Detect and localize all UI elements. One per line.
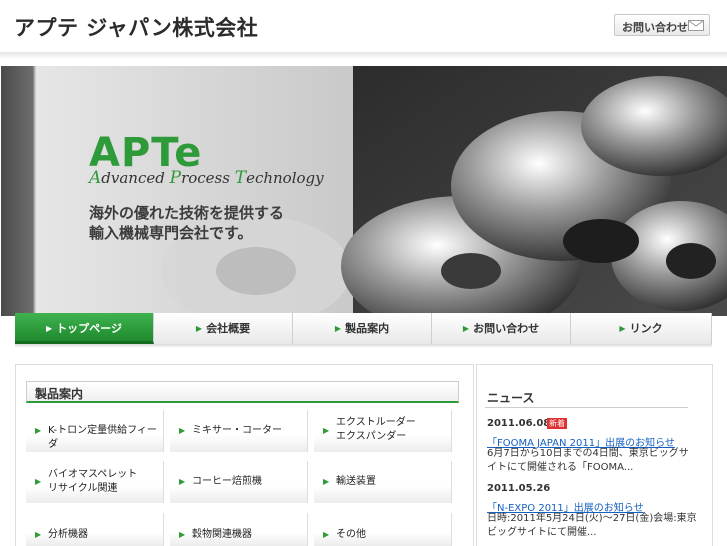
- news-heading: ニュース: [487, 391, 535, 405]
- arrow-icon: ▶: [35, 426, 42, 435]
- product-item-mixer-coater[interactable]: ▶ ミキサー・コーター: [170, 410, 308, 452]
- product-item-conveyor[interactable]: ▶ 輸送装置: [314, 461, 452, 503]
- arrow-icon: ▶: [462, 324, 470, 333]
- hero-copy-line1: 海外の優れた技術を提供する: [89, 204, 285, 222]
- product-item-extruder[interactable]: ▶ エクストルーダー エクスパンダー: [314, 410, 452, 452]
- product-item-k-tron-feeder[interactable]: ▶ K-トロン定量供給フィーダ: [26, 410, 164, 452]
- products-heading: 製品案内: [26, 381, 459, 403]
- news-date: 2011.06.08: [487, 418, 551, 429]
- arrow-icon: ▶: [35, 477, 42, 486]
- nav-item-top-page[interactable]: ▶ トップページ: [15, 313, 154, 344]
- arrow-icon: ▶: [179, 530, 186, 539]
- news-date: 2011.05.26: [487, 483, 551, 494]
- site-header: アプテ ジャパン株式会社 お問い合わせ: [0, 0, 727, 52]
- hero-copy-line2: 輸入機械専門会社です。: [89, 224, 253, 242]
- product-item-coffee-roaster[interactable]: ▶ コーヒー焙煎機: [170, 461, 308, 503]
- products-panel: 製品案内 ▶ K-トロン定量供給フィーダ ▶ ミキサー・コーター ▶ エクストル…: [15, 364, 474, 546]
- site-title[interactable]: アプテ ジャパン株式会社: [14, 12, 258, 42]
- news-excerpt: 日時:2011年5月24日(火)～27日(金)会場:東京ビッグサイトにて開催..…: [487, 513, 697, 538]
- arrow-icon: ▶: [323, 477, 330, 486]
- hero-tagline: Advanced Process Technology: [89, 168, 324, 188]
- nav-item-company[interactable]: ▶ 会社概要: [154, 313, 293, 344]
- nav-item-links[interactable]: ▶ リンク: [571, 313, 712, 344]
- contact-button-label: お問い合わせ: [622, 21, 688, 34]
- news-divider: [485, 407, 688, 408]
- arrow-icon: ▶: [46, 324, 53, 333]
- nav-item-products[interactable]: ▶ 製品案内: [293, 313, 432, 344]
- arrow-icon: ▶: [334, 324, 342, 333]
- arrow-icon: ▶: [35, 530, 42, 539]
- arrow-icon: ▶: [179, 477, 186, 486]
- header-divider: [0, 52, 727, 58]
- arrow-icon: ▶: [323, 426, 330, 435]
- arrow-icon: ▶: [323, 530, 330, 539]
- news-panel: ニュース 2011.06.08 新着 「FOOMA JAPAN 2011」出展の…: [476, 364, 713, 546]
- arrow-icon: ▶: [195, 324, 203, 333]
- arrow-icon: ▶: [179, 426, 186, 435]
- nav-item-contact[interactable]: ▶ お問い合わせ: [432, 313, 571, 344]
- news-excerpt: 6月7日から10日までの4日間、東京ビッグサイトにて開催される「FOOMA...: [487, 448, 689, 473]
- contact-button[interactable]: お問い合わせ: [614, 14, 710, 36]
- product-item-analyzer[interactable]: ▶ 分析機器: [26, 513, 164, 546]
- product-item-biomass-pellet[interactable]: ▶ バイオマスペレット リサイクル関連: [26, 461, 164, 503]
- hero-copy: 海外の優れた技術を提供する 輸入機械専門会社です。: [89, 203, 284, 243]
- nav-shadow: [15, 344, 712, 348]
- global-nav: ▶ トップページ ▶ 会社概要 ▶ 製品案内 ▶ お問い合わせ ▶ リンク: [15, 313, 712, 344]
- new-badge: 新着: [547, 418, 567, 429]
- hero-banner: APTe Advanced Process Technology 海外の優れた技…: [1, 66, 727, 316]
- product-item-grain-equipment[interactable]: ▶ 穀物関連機器: [170, 513, 308, 546]
- mail-icon: [688, 20, 704, 31]
- arrow-icon: ▶: [619, 324, 626, 333]
- product-item-other[interactable]: ▶ その他: [314, 513, 452, 546]
- hero-machine-parts-image: [1, 66, 727, 316]
